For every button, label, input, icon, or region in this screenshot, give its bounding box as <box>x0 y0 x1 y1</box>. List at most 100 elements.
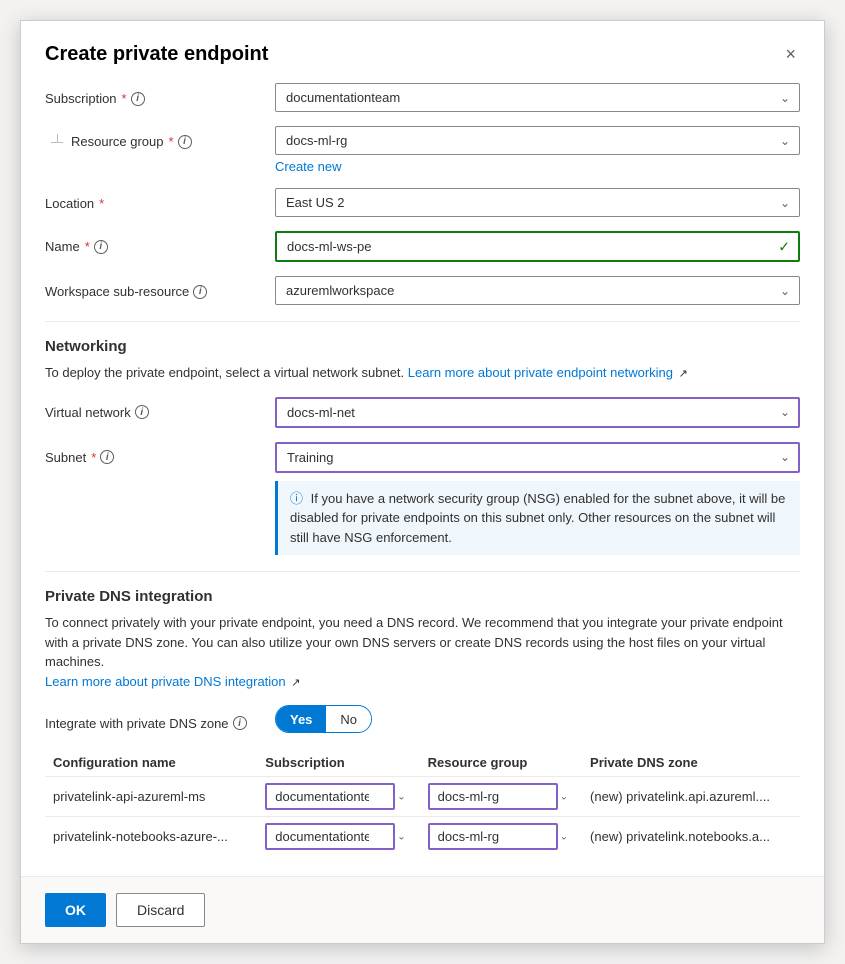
name-required: * <box>85 239 90 254</box>
col-dns-zone: Private DNS zone <box>582 749 800 777</box>
name-info-icon[interactable]: i <box>94 240 108 254</box>
private-dns-heading: Private DNS integration <box>45 588 800 605</box>
toggle-container: Yes No <box>275 705 800 733</box>
resource-group-cell-2: docs-ml-rg ⌄ <box>420 817 582 857</box>
dns-external-icon: ↗ <box>291 675 300 692</box>
dns-table-body: privatelink-api-azureml-ms documentation… <box>45 777 800 857</box>
integrate-dns-label: Integrate with private DNS zone <box>45 716 229 731</box>
dialog-title: Create private endpoint <box>45 43 268 66</box>
location-row: Location * East US 2 ⌄ <box>45 188 800 217</box>
resource-group-info-icon[interactable]: i <box>178 135 192 149</box>
subnet-row: Subnet * i Training ⌄ ⓘ If you have a ne… <box>45 442 800 556</box>
subscription-label: Subscription <box>45 91 117 106</box>
name-input[interactable] <box>275 231 800 262</box>
networking-desc-text: To deploy the private endpoint, select a… <box>45 365 404 380</box>
ok-button[interactable]: OK <box>45 893 106 927</box>
resource-group-row: Resource group * i docs-ml-rg ⌄ Create n… <box>45 126 800 174</box>
dns-divider <box>45 571 800 572</box>
virtual-network-control: docs-ml-net ⌄ <box>275 397 800 428</box>
virtual-network-info-icon[interactable]: i <box>135 405 149 419</box>
toggle-no[interactable]: No <box>326 706 371 732</box>
table-row: privatelink-api-azureml-ms documentation… <box>45 777 800 817</box>
networking-section: Networking To deploy the private endpoin… <box>45 338 800 383</box>
subscription-select[interactable]: documentationteam <box>275 83 800 112</box>
yes-no-toggle[interactable]: Yes No <box>275 705 372 733</box>
toggle-yes[interactable]: Yes <box>276 706 326 732</box>
subscription-select-wrapper-1: documentationteam ⌄ <box>265 783 411 810</box>
dns-table-head: Configuration name Subscription Resource… <box>45 749 800 777</box>
resource-group-cell-1: docs-ml-rg ⌄ <box>420 777 582 817</box>
integrate-dns-info-icon[interactable]: i <box>233 716 247 730</box>
workspace-sub-resource-select[interactable]: azuremlworkspace <box>275 276 800 305</box>
name-valid-icon: ✓ <box>778 238 790 255</box>
dialog-footer: OK Discard <box>21 876 824 943</box>
resource-group-required: * <box>169 134 174 149</box>
name-row: Name * i ✓ <box>45 231 800 262</box>
virtual-network-select-wrapper: docs-ml-net ⌄ <box>275 397 800 428</box>
dns-zone-cell-2: (new) privatelink.notebooks.a... <box>582 817 800 857</box>
subnet-select-wrapper: Training ⌄ <box>275 442 800 473</box>
integrate-dns-row: Integrate with private DNS zone i Yes No <box>45 705 800 733</box>
table-resource-group-chevron-1: ⌄ <box>560 791 568 802</box>
name-label-col: Name * i <box>45 231 275 254</box>
networking-heading: Networking <box>45 338 800 355</box>
table-subscription-select-1[interactable]: documentationteam <box>265 783 395 810</box>
subnet-info-icon[interactable]: i <box>100 450 114 464</box>
close-button[interactable]: × <box>781 41 800 67</box>
resource-group-label-col: Resource group * i <box>45 126 275 149</box>
integrate-dns-control: Yes No <box>275 705 800 733</box>
private-dns-desc-text: To connect privately with your private e… <box>45 615 783 669</box>
subnet-label: Subnet <box>45 450 86 465</box>
resource-group-select-wrapper-1: docs-ml-rg ⌄ <box>428 783 574 810</box>
resource-group-select[interactable]: docs-ml-rg <box>275 126 800 155</box>
networking-external-icon: ↗ <box>679 366 688 383</box>
nsg-info-icon: ⓘ <box>290 491 303 506</box>
create-new-link[interactable]: Create new <box>275 159 341 174</box>
location-select[interactable]: East US 2 <box>275 188 800 217</box>
networking-description: To deploy the private endpoint, select a… <box>45 363 800 383</box>
config-name-1: privatelink-api-azureml-ms <box>45 777 257 817</box>
dialog-header: Create private endpoint × <box>21 21 824 83</box>
dns-table: Configuration name Subscription Resource… <box>45 749 800 856</box>
private-dns-section: Private DNS integration To connect priva… <box>45 588 800 691</box>
networking-divider <box>45 321 800 322</box>
subnet-required: * <box>91 450 96 465</box>
private-dns-description: To connect privately with your private e… <box>45 613 800 691</box>
subscription-select-wrapper-2: documentationteam ⌄ <box>265 823 411 850</box>
virtual-network-label-col: Virtual network i <box>45 397 275 420</box>
name-input-wrapper: ✓ <box>275 231 800 262</box>
workspace-sub-resource-row: Workspace sub-resource i azuremlworkspac… <box>45 276 800 305</box>
table-resource-group-select-2[interactable]: docs-ml-rg <box>428 823 558 850</box>
subnet-control: Training ⌄ ⓘ If you have a network secur… <box>275 442 800 556</box>
discard-button[interactable]: Discard <box>116 893 205 927</box>
subnet-select[interactable]: Training <box>275 442 800 473</box>
subscription-info-icon[interactable]: i <box>131 92 145 106</box>
table-subscription-select-2[interactable]: documentationteam <box>265 823 395 850</box>
networking-learn-more-link[interactable]: Learn more about private endpoint networ… <box>408 365 673 380</box>
table-subscription-chevron-2: ⌄ <box>397 831 405 842</box>
subscription-cell-2: documentationteam ⌄ <box>257 817 419 857</box>
col-config-name: Configuration name <box>45 749 257 777</box>
workspace-sub-resource-select-wrapper: azuremlworkspace ⌄ <box>275 276 800 305</box>
location-select-wrapper: East US 2 ⌄ <box>275 188 800 217</box>
create-private-endpoint-dialog: Create private endpoint × Subscription *… <box>20 20 825 944</box>
config-name-2: privatelink-notebooks-azure-... <box>45 817 257 857</box>
workspace-sub-resource-control: azuremlworkspace ⌄ <box>275 276 800 305</box>
resource-group-label: Resource group <box>71 134 164 149</box>
integrate-dns-label-col: Integrate with private DNS zone i <box>45 708 275 731</box>
subscription-required: * <box>122 91 127 106</box>
table-resource-group-select-1[interactable]: docs-ml-rg <box>428 783 558 810</box>
dns-learn-more-link[interactable]: Learn more about private DNS integration <box>45 674 286 689</box>
dns-table-header-row: Configuration name Subscription Resource… <box>45 749 800 777</box>
col-subscription: Subscription <box>257 749 419 777</box>
location-control: East US 2 ⌄ <box>275 188 800 217</box>
virtual-network-select[interactable]: docs-ml-net <box>275 397 800 428</box>
subscription-control: documentationteam ⌄ <box>275 83 800 112</box>
table-resource-group-chevron-2: ⌄ <box>560 831 568 842</box>
name-label: Name <box>45 239 80 254</box>
virtual-network-row: Virtual network i docs-ml-net ⌄ <box>45 397 800 428</box>
subscription-cell-1: documentationteam ⌄ <box>257 777 419 817</box>
subscription-row: Subscription * i documentationteam ⌄ <box>45 83 800 112</box>
workspace-sub-resource-info-icon[interactable]: i <box>193 285 207 299</box>
resource-group-control: docs-ml-rg ⌄ Create new <box>275 126 800 174</box>
